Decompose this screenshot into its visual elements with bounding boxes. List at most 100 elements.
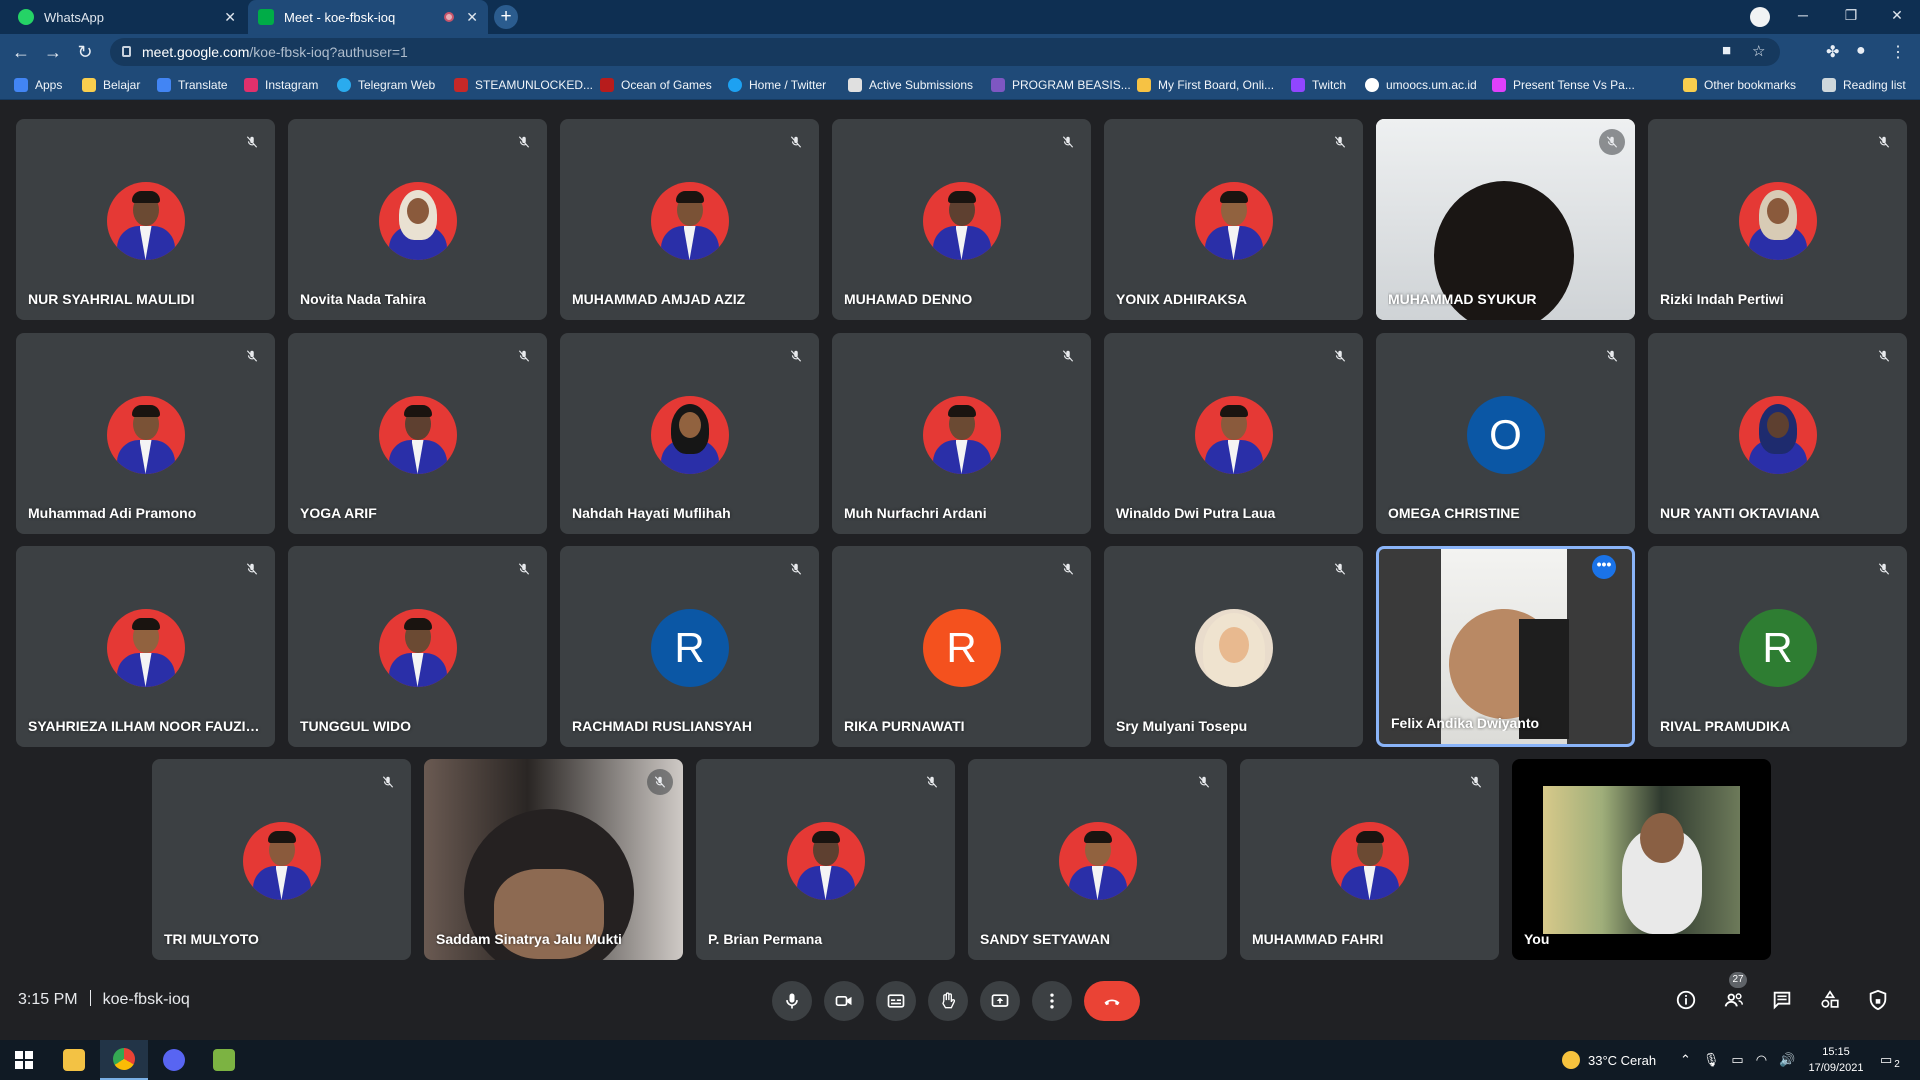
tab-meet[interactable]: Meet - koe-fbsk-ioq ✕ [248,0,488,34]
battery-icon[interactable]: ▭ [1731,1052,1743,1068]
back-button[interactable]: ← [6,34,36,70]
participant-tile-muhammad-adi-pramono[interactable]: Muhammad Adi Pramono [16,333,275,534]
notification-center-button[interactable]: ▭ 2 [1880,1040,1900,1080]
participant-tile-omega-christine[interactable]: O OMEGA CHRISTINE [1376,333,1635,534]
ocean-of-games-icon [600,78,614,92]
chevron-up-icon[interactable]: ⌃ [1680,1052,1691,1068]
bookmark-umoocs[interactable]: umoocs.um.ac.id [1365,70,1477,100]
bookmark-star-icon[interactable]: ☆ [1752,42,1765,60]
close-tab-icon[interactable]: ✕ [466,9,478,26]
bookmark-translate[interactable]: Translate [157,70,228,100]
meeting-details-button[interactable] [1672,986,1700,1014]
forward-button[interactable]: → [38,34,68,70]
participant-tile-muhammad-fahri[interactable]: MUHAMMAD FAHRI [1240,759,1499,960]
start-button[interactable] [0,1040,48,1080]
participant-tile-muhamad-denno[interactable]: MUHAMAD DENNO [832,119,1091,320]
participant-tile-saddam-sinatrya-jalu-mukti[interactable]: Saddam Sinatrya Jalu Mukti [424,759,683,960]
microphone-tray-icon[interactable]: 🎙 [1703,1052,1720,1068]
restore-button[interactable]: ❐ [1828,0,1874,30]
bookmark-my-first-board[interactable]: My First Board, Onli... [1137,70,1274,100]
bookmark-other-bookmarks[interactable]: Other bookmarks [1683,70,1796,100]
chat-button[interactable] [1768,986,1796,1014]
mic-off-icon [246,563,258,575]
participant-tile-you[interactable]: You [1512,759,1771,960]
participant-name: P. Brian Permana [708,931,823,947]
close-window-button[interactable]: ✕ [1874,0,1920,30]
participant-tile-felix-andika-dwiyanto[interactable]: ••• Felix Andika Dwiyanto [1376,546,1635,747]
more-options-button[interactable] [1032,981,1072,1021]
bookmark-twitter[interactable]: Home / Twitter [728,70,826,100]
participant-tile-nur-syahrial-maulidi[interactable]: NUR SYAHRIAL MAULIDI [16,119,275,320]
participant-tile-tri-mulyoto[interactable]: TRI MULYOTO [152,759,411,960]
participant-tile-syahrieza-ilham-noor-fauzi-1[interactable]: SYAHRIEZA ILHAM NOOR FAUZI 1... [16,546,275,747]
weather-widget[interactable]: 33°C Cerah [1562,1040,1656,1080]
people-button[interactable] [1720,986,1748,1014]
participant-tile-muhammad-amjad-aziz[interactable]: MUHAMMAD AMJAD AZIZ [560,119,819,320]
participant-tile-p-brian-permana[interactable]: P. Brian Permana [696,759,955,960]
discord-button[interactable] [150,1040,198,1080]
muted-mic-icon [511,129,537,155]
taskbar-clock[interactable]: 15:15 17/09/2021 [1806,1044,1866,1076]
muted-mic-icon [1599,343,1625,369]
wifi-icon[interactable]: ◠ [1756,1052,1767,1068]
participant-tile-novita-nada-tahira[interactable]: Novita Nada Tahira [288,119,547,320]
captions-button[interactable] [876,981,916,1021]
volume-icon[interactable]: 🔊 [1779,1052,1795,1068]
participant-tile-muhammad-syukur[interactable]: MUHAMMAD SYUKUR [1376,119,1635,320]
mic-off-icon [1062,136,1074,148]
tab-whatsapp[interactable]: WhatsApp ✕ [8,0,246,34]
camera-permission-icon[interactable]: ■ [1722,42,1731,59]
host-controls-button[interactable] [1864,986,1892,1014]
minimize-button[interactable]: ─ [1780,0,1826,30]
new-tab-button[interactable]: + [494,5,518,29]
discord-icon [163,1049,185,1071]
participant-name: YONIX ADHIRAKSA [1116,291,1247,307]
bookmark-instagram[interactable]: Instagram [244,70,318,100]
extension-app-icon[interactable]: ● [1856,42,1866,60]
participant-options-icon[interactable]: ••• [1592,555,1616,579]
file-explorer-button[interactable] [50,1040,98,1080]
bookmark-ocean-of-games[interactable]: Ocean of Games [600,70,712,100]
reload-button[interactable]: ↻ [70,34,100,70]
bookmark-apps[interactable]: Apps [14,70,62,100]
system-tray[interactable]: ⌃ 🎙 ▭ ◠ 🔊 [1680,1040,1795,1080]
participant-tile-yoga-arif[interactable]: YOGA ARIF [288,333,547,534]
chrome-button[interactable] [100,1040,148,1080]
participant-tile-rachmadi-rusliansyah[interactable]: R RACHMADI RUSLIANSYAH [560,546,819,747]
mic-off-icon [1062,563,1074,575]
participant-tile-sry-mulyani-tosepu[interactable]: Sry Mulyani Tosepu [1104,546,1363,747]
participant-tile-muh-nurfachri-ardani[interactable]: Muh Nurfachri Ardani [832,333,1091,534]
activities-button[interactable] [1816,986,1844,1014]
participant-tile-rika-purnawati[interactable]: R RIKA PURNAWATI [832,546,1091,747]
android-app-button[interactable] [200,1040,248,1080]
bookmark-reading-list[interactable]: Reading list [1822,70,1906,100]
bookmark-steamunlocked[interactable]: STEAMUNLOCKED... [454,70,593,100]
participant-tile-tunggul-wido[interactable]: TUNGGUL WIDO [288,546,547,747]
participant-tile-winaldo-dwi-putra-laua[interactable]: Winaldo Dwi Putra Laua [1104,333,1363,534]
bookmark-active-submissions[interactable]: Active Submissions [848,70,973,100]
bookmark-present-tense[interactable]: Present Tense Vs Pa... [1492,70,1635,100]
raise-hand-button[interactable] [928,981,968,1021]
extensions-icon[interactable]: ✤ [1826,42,1839,62]
bookmark-telegram[interactable]: Telegram Web [337,70,435,100]
present-screen-button[interactable] [980,981,1020,1021]
android-icon [213,1049,235,1071]
leave-call-button[interactable] [1084,981,1140,1021]
participant-tile-nur-yanti-oktaviana[interactable]: NUR YANTI OKTAVIANA [1648,333,1907,534]
bookmark-program-beasiswa[interactable]: PROGRAM BEASIS... [991,70,1131,100]
participant-tile-sandy-setyawan[interactable]: SANDY SETYAWAN [968,759,1227,960]
participant-tile-rizki-indah-pertiwi[interactable]: Rizki Indah Pertiwi [1648,119,1907,320]
participant-tile-rival-pramudika[interactable]: R RIVAL PRAMUDIKA [1648,546,1907,747]
camera-button[interactable] [824,981,864,1021]
bookmark-belajar[interactable]: Belajar [82,70,140,100]
participant-tile-nahdah-hayati-muflihah[interactable]: Nahdah Hayati Muflihah [560,333,819,534]
address-bar[interactable]: meet.google.com/koe-fbsk-ioq?authuser=1 … [110,38,1780,66]
microphone-button[interactable] [772,981,812,1021]
bookmark-twitch[interactable]: Twitch [1291,70,1346,100]
participant-tile-yonix-adhiraksa[interactable]: YONIX ADHIRAKSA [1104,119,1363,320]
close-tab-icon[interactable]: ✕ [224,9,236,26]
browser-menu-icon[interactable]: ⋮ [1890,42,1906,62]
mic-off-icon [790,136,802,148]
profile-menu-icon[interactable] [1750,7,1770,27]
shield-lock-icon [1869,989,1887,1011]
